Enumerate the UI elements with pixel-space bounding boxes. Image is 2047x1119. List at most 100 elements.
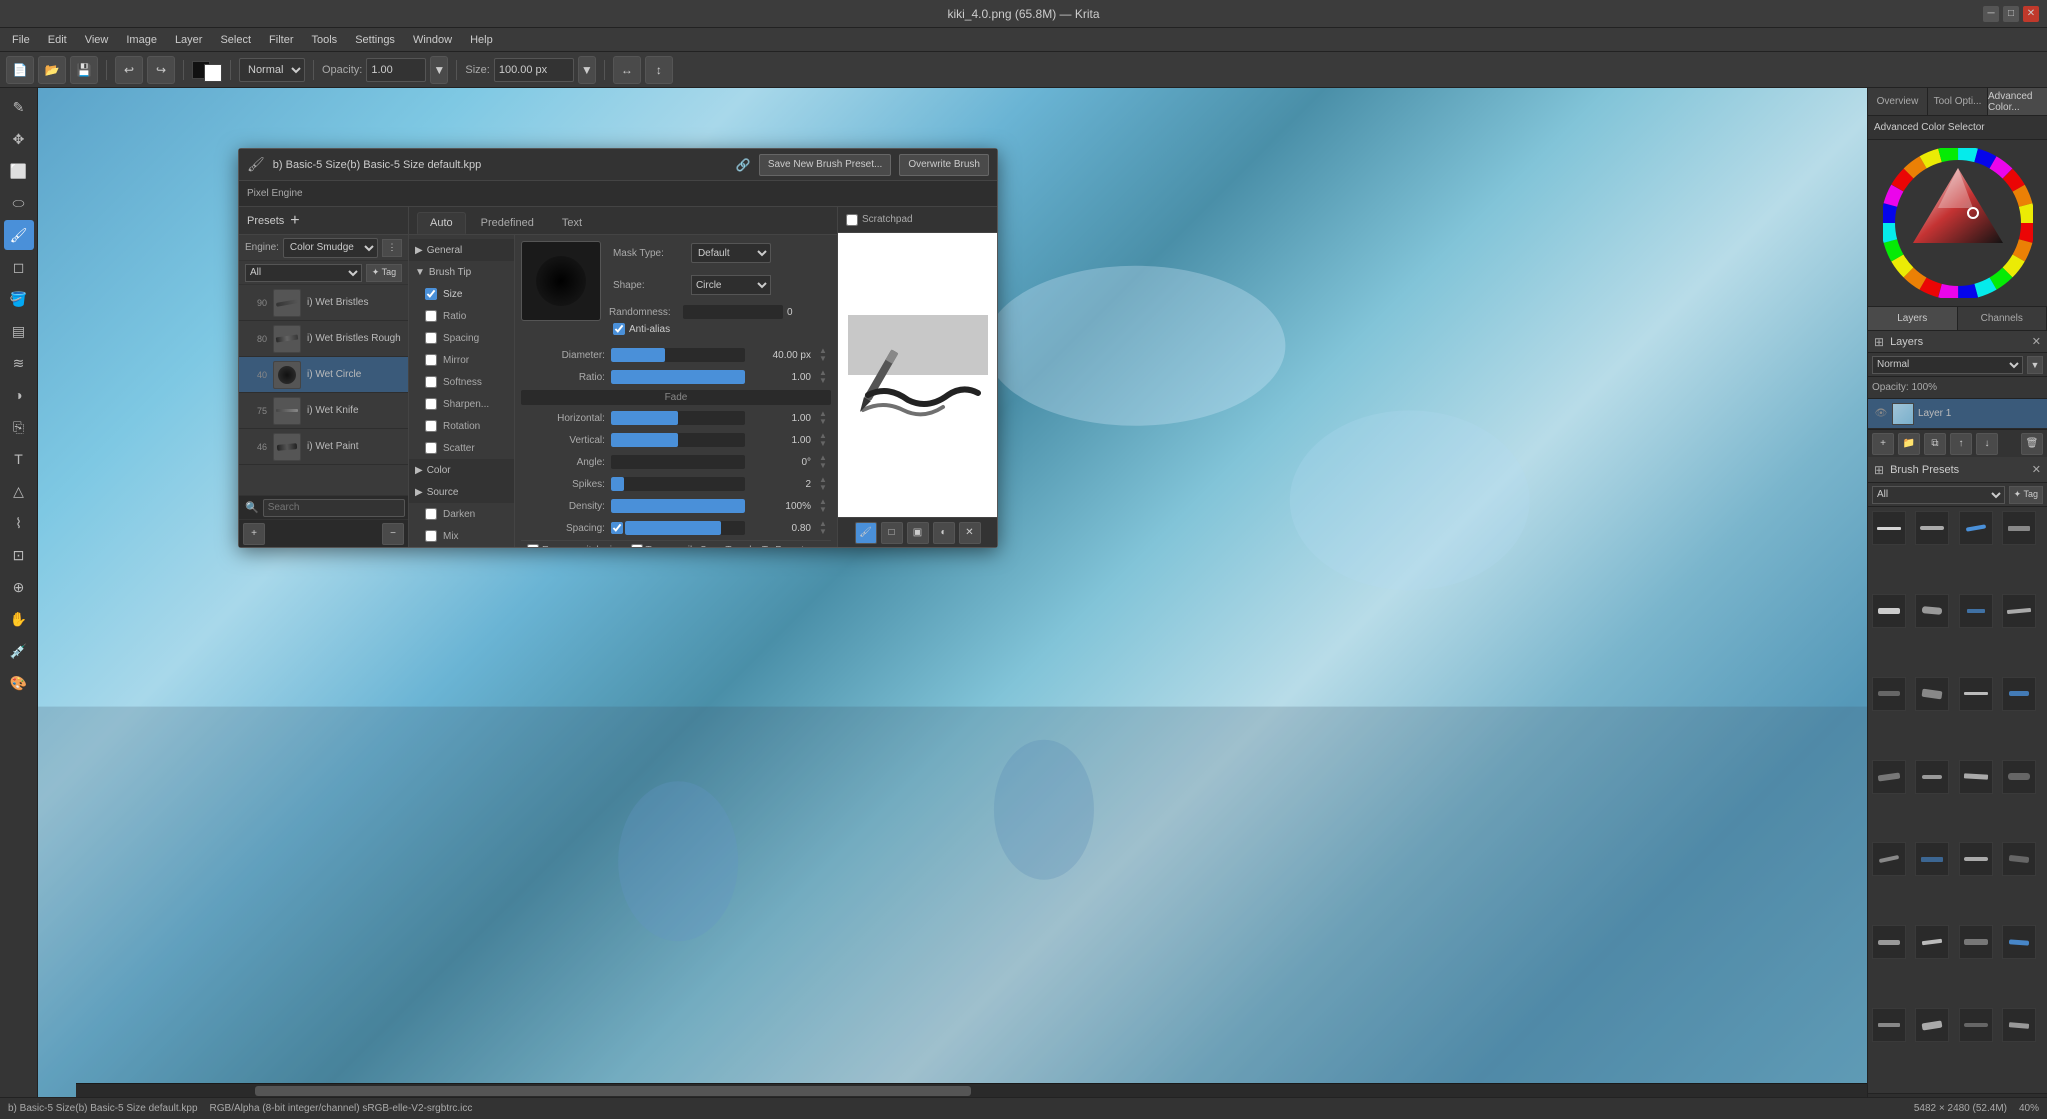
mask-type-combo[interactable]: Default — [691, 243, 771, 263]
undo-btn[interactable]: ↩ — [115, 56, 143, 84]
bp-item-5[interactable] — [1872, 594, 1906, 628]
bp-item-4[interactable] — [2002, 511, 2036, 545]
bp-item-27[interactable] — [1959, 1008, 1993, 1042]
scratchpad-clear-btn[interactable]: ✕ — [959, 522, 981, 544]
option-mirror[interactable]: Mirror — [409, 349, 514, 371]
temp-save-label[interactable]: Temporarily Save Tweaks To Presets — [631, 544, 810, 547]
layer-mode-combo[interactable]: Normal — [1872, 356, 2023, 374]
h-down[interactable]: ▼ — [819, 418, 827, 426]
horizontal-scrollbar[interactable] — [76, 1083, 1867, 1097]
bp-filter-combo[interactable]: All — [1872, 486, 2005, 504]
add-brush-btn[interactable]: + — [243, 523, 265, 545]
sharpness-checkbox[interactable] — [425, 398, 437, 410]
tab-text[interactable]: Text — [549, 212, 595, 234]
opacity-down-btn[interactable]: ▼ — [430, 56, 448, 84]
scatter-checkbox[interactable] — [425, 442, 437, 454]
ratio-checkbox[interactable] — [425, 310, 437, 322]
canvas-area[interactable]: 🖌 b) Basic-5 Size(b) Basic-5 Size defaul… — [38, 88, 1867, 1119]
menu-filter[interactable]: Filter — [261, 32, 301, 48]
option-sharpness[interactable]: Sharpen... — [409, 393, 514, 415]
tool-vector[interactable]: △ — [4, 476, 34, 506]
menu-tools[interactable]: Tools — [304, 32, 346, 48]
menu-layer[interactable]: Layer — [167, 32, 211, 48]
menu-image[interactable]: Image — [118, 32, 165, 48]
scratchpad-paint-btn[interactable]: 🖌 — [855, 522, 877, 544]
layer-vis-btn-1[interactable]: 👁 — [1874, 407, 1888, 421]
menu-file[interactable]: File — [4, 32, 38, 48]
menu-help[interactable]: Help — [462, 32, 501, 48]
tool-select-rect[interactable]: ⬜ — [4, 156, 34, 186]
scratchpad-checkbox[interactable] — [846, 214, 858, 226]
sp-down[interactable]: ▼ — [819, 484, 827, 492]
bp-item-26[interactable] — [1915, 1008, 1949, 1042]
open-btn[interactable]: 📂 — [38, 56, 66, 84]
bp-item-10[interactable] — [1915, 677, 1949, 711]
bp-tag-btn[interactable]: ✦ Tag — [2009, 486, 2043, 504]
tool-colorize[interactable]: 🎨 — [4, 668, 34, 698]
bp-item-23[interactable] — [1959, 925, 1993, 959]
bp-item-17[interactable] — [1872, 842, 1906, 876]
maximize-button[interactable]: □ — [2003, 6, 2019, 22]
layers-close-icon[interactable]: ✕ — [2032, 335, 2041, 348]
color-wheel-wrapper[interactable] — [1883, 148, 2033, 298]
tool-paint[interactable]: ✎ — [4, 92, 34, 122]
bp-close-icon[interactable]: ✕ — [2032, 463, 2041, 476]
brush-link-icon[interactable]: 🔗 — [736, 158, 751, 172]
bp-icon[interactable]: ⊞ — [1874, 463, 1884, 477]
tab-overview[interactable]: Overview — [1868, 88, 1928, 115]
tool-eraser[interactable]: ◻ — [4, 252, 34, 282]
tool-eyedropper[interactable]: 💉 — [4, 636, 34, 666]
bp-item-28[interactable] — [2002, 1008, 2036, 1042]
bp-item-13[interactable] — [1872, 760, 1906, 794]
tool-crop[interactable]: ⊡ — [4, 540, 34, 570]
darken-checkbox[interactable] — [425, 508, 437, 520]
engine-menu-btn[interactable]: ⋮ — [382, 239, 402, 257]
option-softness[interactable]: Softness — [409, 371, 514, 393]
eraser-switch-size-checkbox[interactable] — [527, 544, 539, 547]
bp-item-1[interactable] — [1872, 511, 1906, 545]
tool-brush[interactable]: 🖌 — [4, 220, 34, 250]
overwrite-brush-btn[interactable]: Overwrite Brush — [899, 154, 989, 176]
bp-item-20[interactable] — [2002, 842, 2036, 876]
softness-checkbox[interactable] — [425, 376, 437, 388]
brush-tip-section-header[interactable]: ▼ Brush Tip — [409, 261, 514, 283]
ratio-down[interactable]: ▼ — [819, 377, 827, 385]
menu-select[interactable]: Select — [212, 32, 259, 48]
mix-checkbox[interactable] — [425, 530, 437, 542]
background-color[interactable] — [204, 64, 222, 82]
antialias-checkbox[interactable] — [613, 323, 625, 335]
blend-mode-combo[interactable]: Normal — [239, 58, 305, 82]
duplicate-layer-btn[interactable]: ⧉ — [1924, 433, 1946, 455]
bp-item-14[interactable] — [1915, 760, 1949, 794]
tool-move[interactable]: ✥ — [4, 124, 34, 154]
size-input[interactable] — [494, 58, 574, 82]
bp-item-12[interactable] — [2002, 677, 2036, 711]
eraser-switch-size-label[interactable]: Eraser switch size — [527, 544, 623, 547]
layer-mode-btn[interactable]: ▼ — [2027, 356, 2043, 374]
tool-clone[interactable]: ⎘ — [4, 412, 34, 442]
rotation-checkbox[interactable] — [425, 420, 437, 432]
delete-brush-btn[interactable]: − — [382, 523, 404, 545]
tool-text[interactable]: T — [4, 444, 34, 474]
add-layer-btn[interactable]: + — [1872, 433, 1894, 455]
diameter-down[interactable]: ▼ — [819, 355, 827, 363]
bp-item-11[interactable] — [1959, 677, 1993, 711]
bp-item-3[interactable] — [1959, 511, 1993, 545]
tool-fill[interactable]: 🪣 — [4, 284, 34, 314]
redo-btn[interactable]: ↪ — [147, 56, 175, 84]
save-btn[interactable]: 💾 — [70, 56, 98, 84]
tab-auto[interactable]: Auto — [417, 212, 466, 234]
scratchpad-canvas[interactable] — [838, 233, 997, 517]
tab-channels[interactable]: Channels — [1958, 307, 2047, 330]
mirror-checkbox[interactable] — [425, 354, 437, 366]
tool-zoom[interactable]: ⊕ — [4, 572, 34, 602]
layers-panel-icon[interactable]: ⊞ — [1874, 335, 1884, 349]
flip-v-btn[interactable]: ↕ — [645, 56, 673, 84]
bp-item-16[interactable] — [2002, 760, 2036, 794]
flip-h-btn[interactable]: ↔ — [613, 56, 641, 84]
scratchpad-color-btn[interactable]: ◐ — [933, 522, 955, 544]
opacity-input[interactable] — [366, 58, 426, 82]
bp-item-22[interactable] — [1915, 925, 1949, 959]
tool-pan[interactable]: ✋ — [4, 604, 34, 634]
bp-item-15[interactable] — [1959, 760, 1993, 794]
